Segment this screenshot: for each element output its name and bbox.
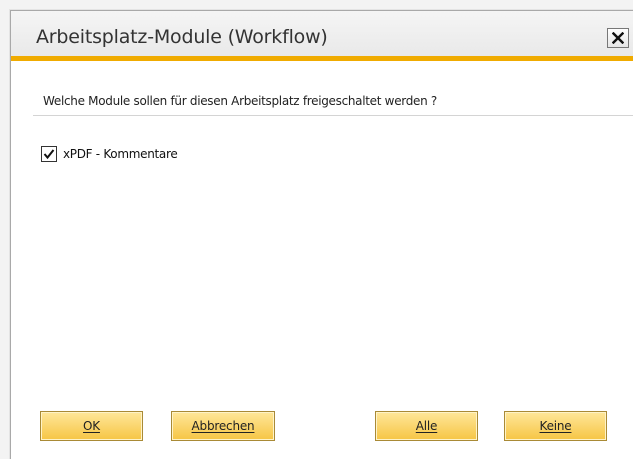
accent-bar — [11, 56, 633, 61]
select-none-button[interactable]: Keine — [504, 411, 607, 441]
module-checkbox[interactable] — [41, 146, 57, 162]
cancel-button[interactable]: Abbrechen — [171, 411, 275, 441]
select-none-button-label: Keine — [539, 419, 572, 433]
separator-line — [33, 115, 633, 116]
close-button[interactable] — [607, 28, 629, 48]
title-bar[interactable]: Arbeitsplatz-Module (Workflow) — [11, 11, 633, 56]
ok-button-label: OK — [83, 419, 100, 433]
dialog-title: Arbeitsplatz-Module (Workflow) — [36, 26, 328, 48]
module-item-xpdf-kommentare[interactable]: xPDF - Kommentare — [41, 146, 178, 162]
close-icon — [612, 32, 624, 44]
dialog-window: Arbeitsplatz-Module (Workflow) Welche Mo… — [10, 10, 633, 459]
question-label: Welche Module sollen für diesen Arbeitsp… — [43, 94, 437, 108]
checkmark-icon — [43, 149, 55, 160]
module-label: xPDF - Kommentare — [63, 147, 178, 161]
select-all-button[interactable]: Alle — [375, 411, 478, 441]
ok-button[interactable]: OK — [40, 411, 143, 441]
select-all-button-label: Alle — [415, 419, 438, 433]
cancel-button-label: Abbrechen — [191, 419, 255, 433]
